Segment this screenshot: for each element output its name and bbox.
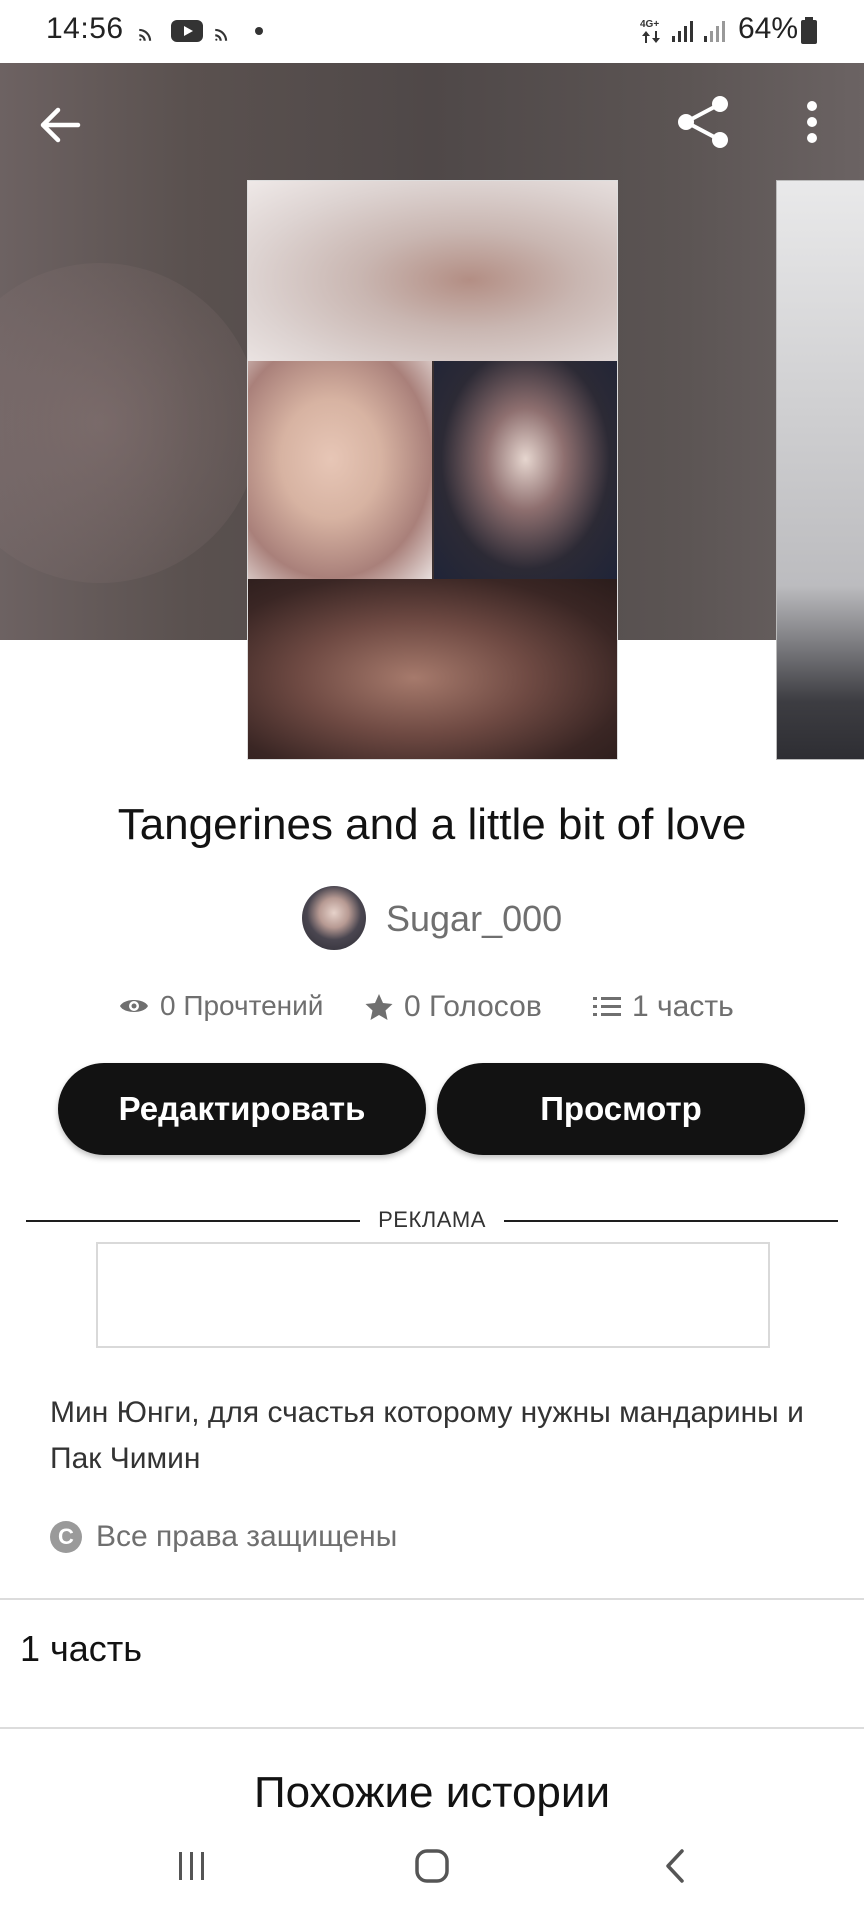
stat-reads-label: 0 Прочтений — [160, 990, 324, 1021]
back-nav-button[interactable] — [656, 1846, 696, 1891]
ad-label: РЕКЛАМА — [378, 1207, 486, 1232]
chevron-left-icon — [666, 1849, 684, 1883]
hero-glow — [0, 263, 260, 583]
youtube-icon — [170, 16, 204, 46]
story-title: Tangerines and a little bit of love — [117, 800, 747, 849]
copyright-row: C Все права защищены — [50, 1520, 397, 1554]
list-icon — [593, 997, 621, 1016]
author-avatar[interactable] — [302, 886, 366, 950]
status-bar: 14:56 4G+ 64% — [0, 0, 864, 63]
cover-panel-hands — [248, 181, 617, 361]
home-icon — [415, 1849, 449, 1883]
copyright-label: Все права защищены — [96, 1520, 398, 1553]
arrow-left-icon — [40, 107, 81, 143]
cast-icon-2 — [212, 16, 238, 46]
edit-button[interactable]: Редактировать — [58, 1063, 426, 1155]
section-divider — [0, 1598, 864, 1600]
share-button[interactable] — [672, 90, 736, 154]
recent-apps-button[interactable] — [172, 1846, 212, 1891]
cast-icon — [136, 16, 162, 46]
stat-votes-label: 0 Голосов — [404, 990, 542, 1023]
section-divider — [0, 1727, 864, 1729]
similar-stories-title: Похожие истории — [253, 1768, 611, 1816]
home-button[interactable] — [412, 1846, 452, 1891]
notification-dot-icon — [254, 16, 264, 46]
ad-divider-right — [504, 1220, 838, 1222]
star-icon — [365, 994, 393, 1020]
stat-reads: 0 Прочтений — [118, 990, 323, 1022]
status-time: 14:56 — [46, 12, 124, 45]
copyright-icon: C — [50, 1521, 82, 1553]
stat-parts-label: 1 часть — [632, 990, 734, 1023]
cover-panel-portrait-left — [248, 361, 432, 579]
ad-slot[interactable] — [96, 1242, 770, 1348]
part-list-item[interactable]: 1 часть — [20, 1628, 142, 1670]
cover-panel-hand — [248, 579, 617, 759]
author-name[interactable]: Sugar_000 — [386, 898, 562, 940]
back-button[interactable] — [30, 95, 90, 155]
signal-icon-2 — [702, 16, 728, 46]
network-type-label: 4G+ — [640, 19, 659, 30]
battery-icon — [800, 16, 818, 46]
battery-percent: 64% — [738, 12, 799, 45]
signal-icon — [670, 16, 696, 46]
similar-stories-section: Похожие истории — [0, 1764, 864, 1816]
eye-icon — [120, 1000, 148, 1012]
share-icon — [678, 96, 728, 148]
cover-panel-portrait-right — [434, 361, 617, 579]
more-vertical-icon — [807, 101, 817, 143]
system-nav-bar — [0, 1816, 864, 1920]
stat-votes: 0 Голосов — [364, 990, 542, 1024]
ad-divider-left — [26, 1220, 360, 1222]
more-options-button[interactable] — [792, 92, 832, 152]
network-4g-icon: 4G+ — [638, 16, 666, 46]
stat-parts: 1 часть — [592, 990, 734, 1024]
story-description: Мин Юнги, для счастья которому нужны ман… — [50, 1396, 804, 1475]
recent-apps-icon — [179, 1852, 204, 1880]
preview-button[interactable]: Просмотр — [437, 1063, 805, 1155]
story-cover-image[interactable] — [247, 180, 618, 760]
next-story-cover[interactable] — [776, 180, 864, 760]
